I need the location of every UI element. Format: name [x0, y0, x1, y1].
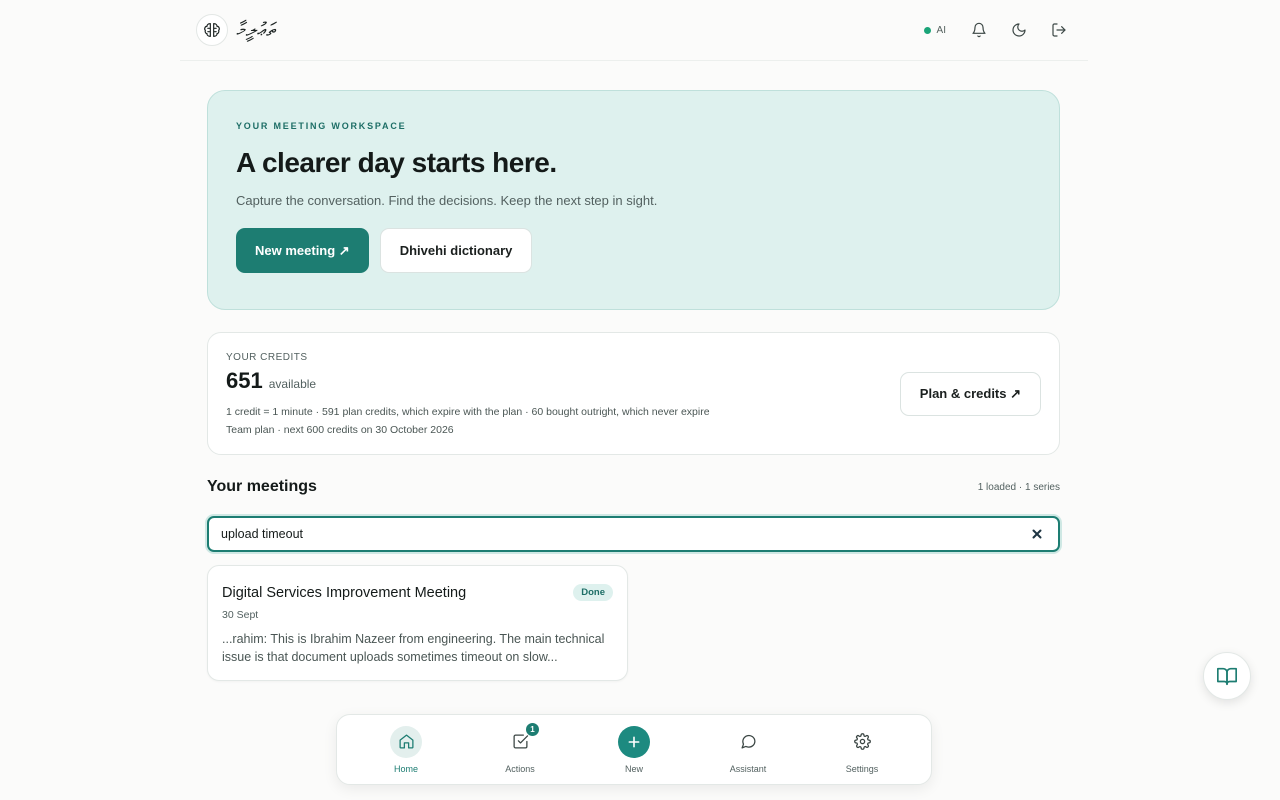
nav-settings[interactable]: Settings — [822, 726, 902, 774]
logout-button[interactable] — [1046, 17, 1072, 43]
brain-logo-icon — [196, 14, 228, 46]
hero-card: YOUR MEETING WORKSPACE A clearer day sta… — [207, 90, 1060, 310]
nav-actions-label: Actions — [505, 763, 535, 774]
meetings-title: Your meetings — [207, 478, 317, 495]
nav-actions[interactable]: 1 Actions — [480, 721, 560, 774]
nav-assistant[interactable]: Assistant — [708, 726, 788, 774]
bell-icon — [972, 22, 986, 38]
header-actions: AI — [918, 17, 1072, 43]
chat-bubble-icon — [732, 726, 764, 758]
gear-icon — [846, 726, 878, 758]
hero-buttons: New meeting ↗ Dhivehi dictionary — [236, 228, 1031, 273]
clear-search-button[interactable] — [1028, 525, 1046, 543]
nav-assistant-label: Assistant — [729, 763, 767, 774]
credits-amount: 651 — [226, 368, 263, 393]
moon-icon — [1012, 23, 1026, 37]
book-open-icon — [1217, 667, 1237, 686]
brand-name: ތަޢުލީމާ — [236, 19, 277, 41]
search-input[interactable] — [221, 527, 1028, 541]
nav-home[interactable]: Home — [366, 725, 446, 774]
meeting-card-header: Digital Services Improvement Meeting Don… — [222, 584, 613, 601]
checkbox-icon: 1 — [504, 721, 540, 758]
hero-title: A clearer day starts here. — [236, 147, 557, 178]
home-icon — [390, 725, 422, 758]
bottom-nav: Home 1 Actions New Assistant Settings — [336, 714, 932, 785]
close-icon — [1032, 529, 1042, 539]
nav-home-label: Home — [393, 763, 418, 774]
top-header: ތަޢުލީމާ AI — [180, 0, 1088, 61]
theme-toggle-button[interactable] — [1006, 17, 1032, 43]
meetings-header: Your meetings 1 loaded · 1 series — [207, 478, 1060, 496]
meeting-date: 30 Sept — [222, 609, 259, 621]
new-meeting-button[interactable]: New meeting ↗ — [236, 228, 369, 273]
hero-subtitle: Capture the conversation. Find the decis… — [236, 193, 658, 208]
nav-settings-label: Settings — [845, 763, 879, 774]
hero-eyebrow: YOUR MEETING WORKSPACE — [236, 121, 407, 131]
credits-detail-plan: Team plan · next 600 credits on 30 Octob… — [226, 424, 454, 436]
meetings-count: 1 loaded · 1 series — [977, 481, 1060, 493]
plus-icon — [618, 725, 650, 758]
nav-new[interactable]: New — [594, 725, 674, 774]
meeting-title: Digital Services Improvement Meeting — [222, 584, 467, 601]
actions-count-badge: 1 — [525, 721, 540, 737]
meeting-snippet: ...rahim: This is Ibrahim Nazeer from en… — [222, 632, 605, 664]
status-badge: Done — [573, 584, 613, 601]
ai-status-indicator[interactable]: AI — [918, 21, 952, 40]
app-root: ތަޢުލީމާ AI YOUR MEETING WORKSPACE A cle… — [0, 0, 1280, 800]
meetings-search — [207, 516, 1060, 552]
credits-card: YOUR CREDITS 651 available 1 credit = 1 … — [207, 332, 1060, 455]
dhivehi-dictionary-button[interactable]: Dhivehi dictionary — [379, 228, 533, 273]
ai-status-label: AI — [936, 24, 946, 36]
brand[interactable]: ތަޢުލީމާ — [196, 14, 276, 46]
status-dot-icon — [923, 26, 931, 34]
logout-icon — [1052, 23, 1066, 37]
meeting-card[interactable]: Digital Services Improvement Meeting Don… — [207, 565, 628, 681]
notifications-button[interactable] — [966, 17, 992, 43]
credits-available-label: available — [268, 377, 317, 391]
dictionary-float-button[interactable] — [1203, 652, 1251, 700]
credits-label: YOUR CREDITS — [226, 352, 308, 363]
plan-credits-button[interactable]: Plan & credits ↗ — [899, 372, 1041, 416]
nav-new-label: New — [624, 763, 643, 774]
